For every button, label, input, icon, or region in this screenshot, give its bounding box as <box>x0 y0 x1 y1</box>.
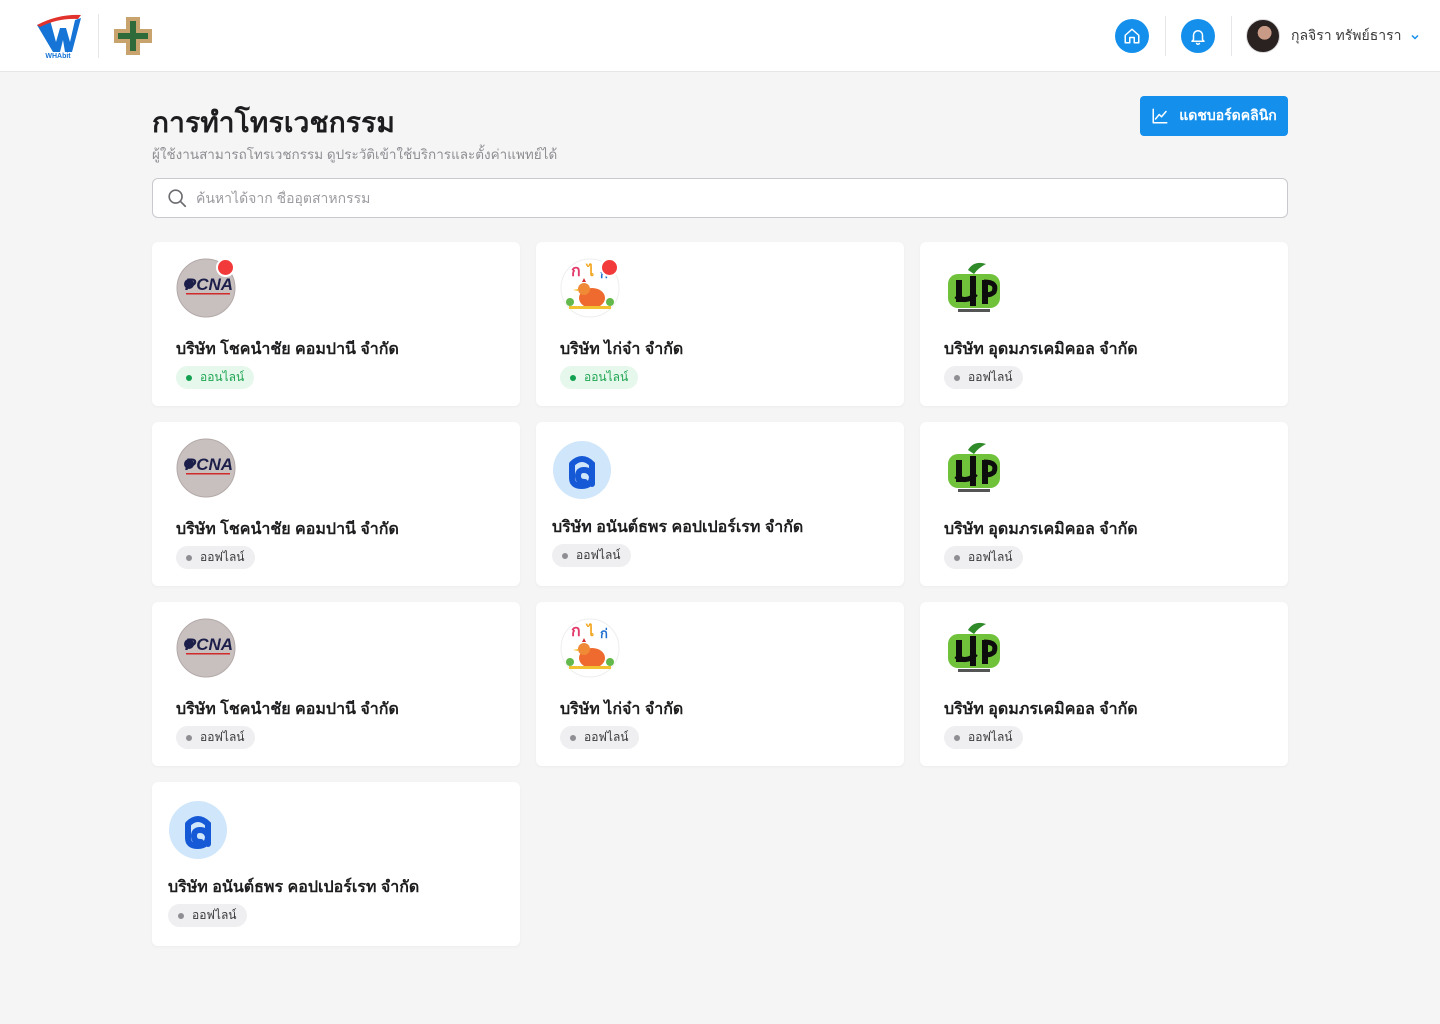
company-name: บริษัท อนันต์ธพร คอปเปอร์เรท จำกัด <box>168 879 420 896</box>
company-card[interactable]: บริษัท อุดมภรเคมิคอล จำกัดออฟไลน์ <box>920 422 1288 586</box>
svg-text:ก: ก <box>571 263 581 280</box>
page-title: การทำโทรเวชกรรม <box>152 107 396 138</box>
clinic-dashboard-label: แดชบอร์ดคลินิก <box>1179 107 1277 123</box>
status-badge: ออฟไลน์ <box>176 726 255 749</box>
status-dot <box>954 734 960 741</box>
company-card[interactable]: ก ไ ก่ บริษัท ไก่จ๋า จำกัดออฟไลน์ <box>536 602 904 766</box>
status-badge: ออฟไลน์ <box>176 546 255 569</box>
notification-button[interactable] <box>1181 19 1215 53</box>
home-icon <box>1124 28 1140 44</box>
status-dot <box>954 374 960 381</box>
svg-text:PCNA: PCNA <box>185 635 233 654</box>
home-button[interactable] <box>1115 19 1149 53</box>
svg-text:ก่: ก่ <box>600 626 608 641</box>
status-dot <box>570 374 576 381</box>
company-card[interactable]: PCNA บริษัท โชคนำชัย คอมปานี จำกัดออนไลน… <box>152 242 520 406</box>
company-name: บริษัท อุดมภรเคมิคอล จำกัด <box>944 521 1138 538</box>
status-dot <box>186 374 192 381</box>
company-name: บริษัท ไก่จ๋า จำกัด <box>560 701 684 718</box>
svg-text:ไ: ไ <box>585 622 594 639</box>
status-text: ออฟไลน์ <box>200 730 245 744</box>
status-badge: ออฟไลน์ <box>168 904 247 927</box>
anan-logo <box>168 800 228 860</box>
line-chart-icon <box>1152 108 1168 124</box>
udomporn-logo <box>944 618 1004 678</box>
company-card[interactable]: ก ไ ก่ บริษัท ไก่จ๋า จำกัดออนไลน์ <box>536 242 904 406</box>
udomporn-logo <box>944 258 1004 318</box>
company-card[interactable]: บริษัท อุดมภรเคมิคอล จำกัดออฟไลน์ <box>920 242 1288 406</box>
kaija-logo: ก ไ ก่ <box>560 618 620 678</box>
bell-icon <box>1191 30 1205 45</box>
company-card[interactable]: บริษัท อนันต์ธพร คอปเปอร์เรท จำกัดออฟไลน… <box>536 422 904 586</box>
svg-text:PCNA: PCNA <box>185 275 233 294</box>
pcna-logo: PCNA <box>176 438 236 498</box>
status-text: ออฟไลน์ <box>576 548 621 562</box>
page-subtitle: ผู้ใช้งานสามารถโทรเวชกรรม ดูประวัติเข้าใ… <box>152 147 558 162</box>
svg-text:ก: ก <box>571 623 581 640</box>
status-dot <box>186 554 192 561</box>
clinic-dashboard-button[interactable]: แดชบอร์ดคลินิก <box>1140 96 1288 136</box>
status-badge: ออนไลน์ <box>176 366 255 389</box>
company-name: บริษัท อนันต์ธพร คอปเปอร์เรท จำกัด <box>552 519 804 536</box>
status-dot <box>562 552 568 559</box>
pcna-logo: PCNA <box>176 618 236 678</box>
status-badge: ออฟไลน์ <box>944 366 1023 389</box>
status-badge: ออฟไลน์ <box>944 726 1023 749</box>
status-badge: ออฟไลน์ <box>552 544 631 567</box>
status-text: ออฟไลน์ <box>968 730 1013 744</box>
user-menu[interactable]: กุลจิรา ทรัพย์ธารา <box>1246 19 1420 53</box>
company-card[interactable]: บริษัท อนันต์ธพร คอปเปอร์เรท จำกัดออฟไลน… <box>152 782 520 946</box>
status-dot <box>954 554 960 561</box>
company-name: บริษัท โชคนำชัย คอมปานี จำกัด <box>176 341 399 358</box>
search-icon <box>168 189 187 208</box>
whabit-logo[interactable]: WHAbit <box>34 12 82 60</box>
status-text: ออฟไลน์ <box>968 370 1013 384</box>
user-name: กุลจิรา ทรัพย์ธารา <box>1291 27 1402 43</box>
company-name: บริษัท อุดมภรเคมิคอล จำกัด <box>944 701 1138 718</box>
status-text: ออฟไลน์ <box>192 908 237 922</box>
status-dot <box>570 734 576 741</box>
chevron-down-icon <box>1410 34 1419 40</box>
company-card[interactable]: PCNA บริษัท โชคนำชัย คอมปานี จำกัดออฟไลน… <box>152 602 520 766</box>
status-dot <box>186 734 192 741</box>
header-divider <box>1165 16 1166 56</box>
status-text: ออนไลน์ <box>200 370 245 384</box>
status-text: ออนไลน์ <box>584 370 629 384</box>
header-divider <box>1231 16 1232 56</box>
anan-logo <box>552 440 612 500</box>
company-name: บริษัท โชคนำชัย คอมปานี จำกัด <box>176 701 399 718</box>
status-badge: ออฟไลน์ <box>560 726 639 749</box>
search-input[interactable] <box>196 190 1256 206</box>
company-name: บริษัท อุดมภรเคมิคอล จำกัด <box>944 341 1138 358</box>
company-name: บริษัท โชคนำชัย คอมปานี จำกัด <box>176 521 399 538</box>
company-name: บริษัท ไก่จ๋า จำกัด <box>560 341 684 358</box>
avatar <box>1246 19 1280 53</box>
status-badge: ออฟไลน์ <box>944 546 1023 569</box>
notification-dot <box>600 258 619 277</box>
svg-text:PCNA: PCNA <box>185 455 233 474</box>
status-text: ออฟไลน์ <box>200 550 245 564</box>
search-box[interactable] <box>152 178 1288 218</box>
medical-cross-icon <box>113 16 153 56</box>
svg-text:ไ: ไ <box>585 262 594 279</box>
status-text: ออฟไลน์ <box>968 550 1013 564</box>
company-card[interactable]: PCNA บริษัท โชคนำชัย คอมปานี จำกัดออฟไลน… <box>152 422 520 586</box>
notification-dot <box>216 258 235 277</box>
status-text: ออฟไลน์ <box>584 730 629 744</box>
svg-text:WHAbit: WHAbit <box>45 53 71 60</box>
header-divider <box>98 14 99 58</box>
top-bar: WHAbit กุลจิรา ทรัพย์ธารา <box>0 0 1440 72</box>
status-badge: ออนไลน์ <box>560 366 639 389</box>
status-dot <box>178 912 184 919</box>
udomporn-logo <box>944 438 1004 498</box>
company-card[interactable]: บริษัท อุดมภรเคมิคอล จำกัดออฟไลน์ <box>920 602 1288 766</box>
